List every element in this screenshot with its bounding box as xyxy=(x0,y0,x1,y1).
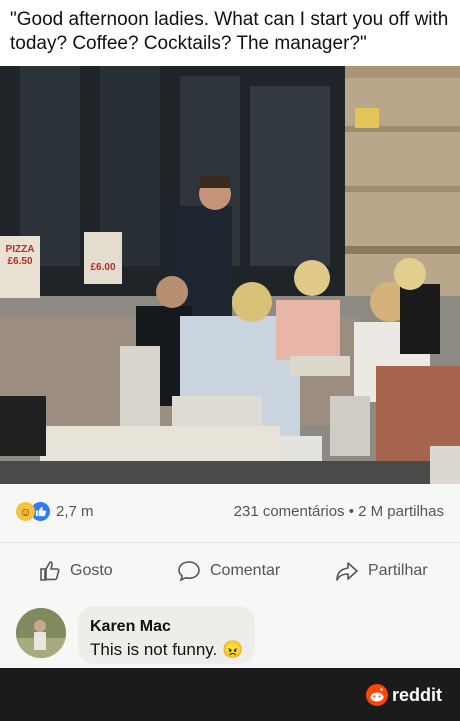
like-button[interactable]: Gosto xyxy=(38,559,113,583)
share-button[interactable]: Partilhar xyxy=(334,559,428,583)
comments-shares-count[interactable]: 231 comentários • 2 M partilhas xyxy=(234,503,444,520)
pizza-sign: PIZZA £6.50 xyxy=(5,244,35,267)
menu-sign: £6.00 xyxy=(90,262,116,273)
angry-emoji-icon: 😠 xyxy=(221,640,244,659)
comment-section: Karen Mac This is not funny. 😠 xyxy=(0,598,460,668)
post-actions: Gosto Comentar Partilhar xyxy=(0,542,460,599)
photo-scene xyxy=(0,66,460,484)
share-label: Partilhar xyxy=(368,562,428,579)
comment-bubble: Karen Mac This is not funny. 😠 xyxy=(78,606,256,664)
comment-body: This is not funny. xyxy=(90,640,218,659)
post-photo[interactable]: PIZZA £6.50 £6.00 xyxy=(0,66,460,484)
avatar[interactable] xyxy=(16,608,66,658)
comment-bubble-icon xyxy=(178,561,200,582)
reddit-wordmark: reddit xyxy=(391,684,442,705)
reddit-logo-icon xyxy=(365,684,388,706)
reaction-count: 2,7 m xyxy=(56,503,94,520)
watermark-bar: reddit xyxy=(0,668,460,721)
comment-label: Comentar xyxy=(210,562,281,579)
reactions-summary[interactable]: ☺ 2,7 m xyxy=(16,502,94,521)
haha-icon: ☺ xyxy=(16,502,35,521)
caption-text: "Good afternoon ladies. What can I start… xyxy=(10,9,449,54)
reddit-watermark: reddit xyxy=(365,684,442,706)
like-label: Gosto xyxy=(70,562,113,579)
comment-button[interactable]: Comentar xyxy=(176,559,280,583)
meme-caption: "Good afternoon ladies. What can I start… xyxy=(0,0,460,66)
thumbs-up-icon xyxy=(40,561,60,581)
post-stats: ☺ 2,7 m 231 comentários • 2 M partilhas xyxy=(0,484,460,542)
comment-author[interactable]: Karen Mac xyxy=(90,618,243,636)
comment-text: This is not funny. 😠 xyxy=(90,640,243,660)
share-arrow-icon xyxy=(336,562,358,581)
